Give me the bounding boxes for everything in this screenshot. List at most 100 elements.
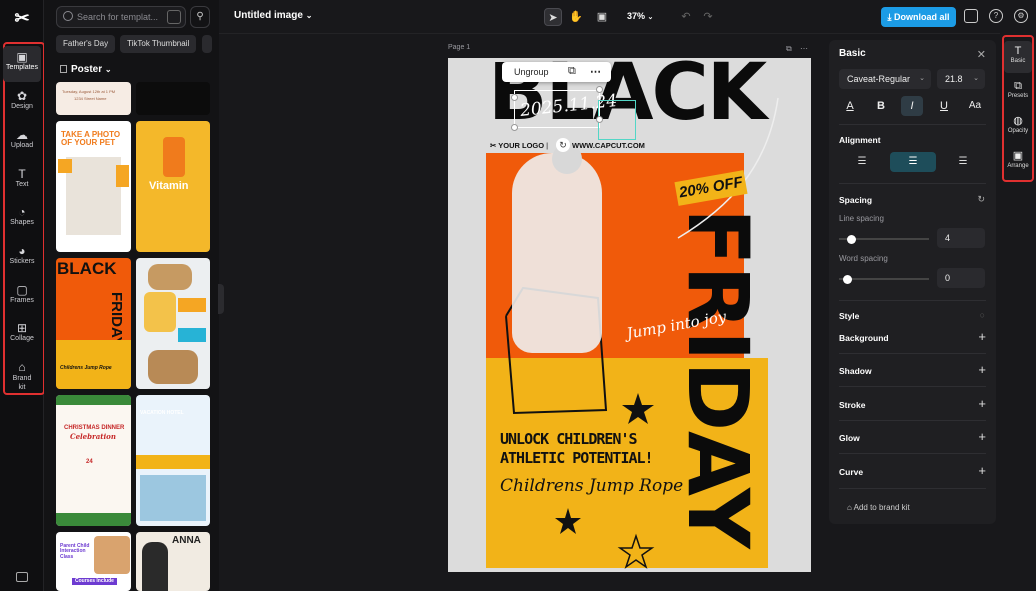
rail-item-brand-kit[interactable]: ⌂ Brand kit — [3, 356, 41, 392]
thumb-garland — [56, 395, 131, 405]
rail-item-design[interactable]: ✿ Design — [3, 85, 41, 121]
shield-icon[interactable] — [964, 9, 978, 23]
filter-button[interactable]: ⚲ — [190, 6, 210, 28]
word-spacing-input[interactable]: 0 — [937, 268, 985, 288]
glow-row[interactable]: Glow — [839, 433, 860, 443]
ungroup-button[interactable]: Ungroup — [514, 67, 549, 77]
keyboard-icon[interactable] — [16, 572, 28, 582]
thumb-text: Courses Include — [72, 578, 117, 586]
rail-item-collage[interactable]: ⊞ Collage — [3, 317, 41, 353]
property-tabs: T Basic ⧉ Presets ◍ Opacity ▣ Arrange — [1000, 33, 1036, 591]
template-thumb[interactable]: CHRISTMAS DINNER Celebration 24 — [56, 395, 131, 526]
tab-presets[interactable]: ⧉ Presets — [1004, 76, 1032, 108]
line-spacing-input[interactable]: 4 — [937, 228, 985, 248]
text-color-button[interactable]: A — [839, 96, 861, 116]
hand-tool[interactable]: ✋ — [567, 8, 585, 26]
rail-item-text[interactable]: T Text — [3, 163, 41, 199]
zoom-level[interactable]: 37% ⌄ — [627, 11, 653, 21]
layout-tool[interactable]: ▣ — [593, 8, 611, 26]
thumb-shape — [58, 159, 72, 173]
download-label: Download all — [893, 12, 950, 22]
italic-button[interactable]: I — [901, 96, 923, 116]
close-icon[interactable]: ✕ — [977, 48, 986, 61]
help-icon[interactable]: ? — [989, 9, 1003, 23]
download-all-button[interactable]: ⤓ Download all — [881, 7, 956, 27]
align-right-button[interactable]: ☰ — [940, 152, 986, 172]
page-label: Page 1 — [448, 44, 471, 51]
add-to-brand-kit-button[interactable]: ⌂ Add to brand kit — [847, 503, 910, 512]
bold-button[interactable]: B — [870, 96, 892, 116]
add-glow-icon[interactable]: + — [978, 429, 986, 444]
curve-row[interactable]: Curve — [839, 467, 863, 477]
template-thumb[interactable]: TAKE A PHOTO OF YOUR PET — [56, 121, 131, 252]
resize-handle[interactable] — [596, 116, 603, 123]
font-size-select[interactable]: 21.8 ⌄ — [937, 69, 985, 89]
copy-icon[interactable]: ⧉ — [568, 65, 576, 78]
collapse-panel-handle[interactable] — [218, 284, 224, 314]
duplicate-page-icon[interactable]: ⧉ — [786, 44, 792, 54]
redo-button[interactable]: ↷ — [699, 8, 717, 26]
shadow-row[interactable]: Shadow — [839, 366, 872, 376]
divider — [839, 420, 986, 421]
rail-item-frames[interactable]: ▢ Frames — [3, 279, 41, 315]
rail-item-shapes[interactable]: ◔ Shapes — [3, 201, 41, 237]
underline-button[interactable]: U — [933, 96, 955, 116]
template-thumb[interactable]: VACATION HOTEL — [136, 395, 210, 526]
document-title[interactable]: Untitled image ⌄ — [234, 10, 312, 21]
template-thumb[interactable]: Parent Child Interaction Class Courses I… — [56, 532, 131, 591]
divider — [839, 124, 986, 125]
layout-icon: ▣ — [596, 11, 608, 23]
resize-handle[interactable] — [511, 124, 518, 131]
rail-item-stickers[interactable]: ◕ Stickers — [3, 240, 41, 276]
align-center-button[interactable]: ☰ — [890, 152, 936, 172]
align-left-button[interactable]: ☰ — [839, 152, 885, 172]
add-shadow-icon[interactable]: + — [978, 362, 986, 377]
thumb-photo — [142, 542, 168, 591]
slider-knob[interactable] — [847, 234, 856, 244]
thumb-dog — [148, 350, 198, 384]
template-thumb[interactable] — [136, 258, 210, 389]
stroke-row[interactable]: Stroke — [839, 400, 865, 410]
search-input[interactable]: Search for templat... — [56, 6, 186, 28]
resize-handle[interactable] — [596, 86, 603, 93]
rail-item-upload[interactable]: ☁ Upload — [3, 124, 41, 160]
select-tool[interactable]: ➤ — [544, 8, 562, 26]
reset-style-icon[interactable]: ○ — [980, 310, 985, 320]
chip-more[interactable] — [202, 35, 212, 53]
font-family-select[interactable]: Caveat-Regular ⌄ — [839, 69, 931, 89]
settings-icon[interactable]: ⚙ — [1014, 9, 1028, 23]
tab-basic[interactable]: T Basic — [1004, 41, 1032, 73]
more-options-icon[interactable]: ⋯ — [590, 65, 601, 78]
case-button[interactable]: Aa — [964, 96, 986, 116]
template-thumb[interactable]: ANNA — [136, 532, 210, 591]
image-search-icon[interactable] — [167, 10, 181, 24]
add-stroke-icon[interactable]: + — [978, 396, 986, 411]
page-more-icon[interactable]: ⋯ — [800, 44, 808, 53]
rotate-handle-icon[interactable]: ↻ — [556, 138, 570, 152]
capcut-logo-icon[interactable]: ✂ — [12, 8, 32, 28]
search-icon — [63, 11, 73, 21]
add-background-icon[interactable]: + — [978, 329, 986, 344]
template-thumb[interactable] — [136, 82, 210, 115]
add-curve-icon[interactable]: + — [978, 463, 986, 478]
rail-label: Shapes — [10, 219, 34, 226]
tab-opacity[interactable]: ◍ Opacity — [1004, 111, 1032, 143]
chip-fathers-day[interactable]: Father's Day — [56, 35, 116, 53]
line-spacing-slider[interactable] — [839, 234, 929, 244]
reset-spacing-icon[interactable]: ↻ — [977, 194, 985, 205]
design-canvas[interactable]: BLACK FRIDAY 20% OFF ✂ YOUR LOGO | WWW.C… — [448, 58, 811, 572]
undo-button[interactable]: ↶ — [677, 8, 695, 26]
template-thumb[interactable]: Tuesday, August 12th at 1 PM 1234 Street… — [56, 82, 131, 115]
chip-tiktok-thumbnail[interactable]: TikTok Thumbnail — [120, 35, 197, 53]
resize-handle[interactable] — [511, 94, 518, 101]
template-thumb[interactable]: Vitamin — [136, 121, 210, 252]
tab-arrange[interactable]: ▣ Arrange — [1004, 146, 1032, 178]
word-spacing-slider[interactable] — [839, 274, 929, 284]
slider-knob[interactable] — [843, 274, 852, 284]
rail-item-templates[interactable]: ▣ Templates — [3, 46, 41, 82]
category-dropdown[interactable]: Poster ⌄ — [60, 64, 112, 75]
background-row[interactable]: Background — [839, 333, 889, 343]
properties-panel: Basic ✕ Caveat-Regular ⌄ 21.8 ⌄ A B I U Aa… — [829, 40, 996, 524]
template-thumb[interactable]: BLACK FRIDAY Childrens Jump Rope — [56, 258, 131, 389]
tab-label: Presets — [1007, 93, 1029, 99]
